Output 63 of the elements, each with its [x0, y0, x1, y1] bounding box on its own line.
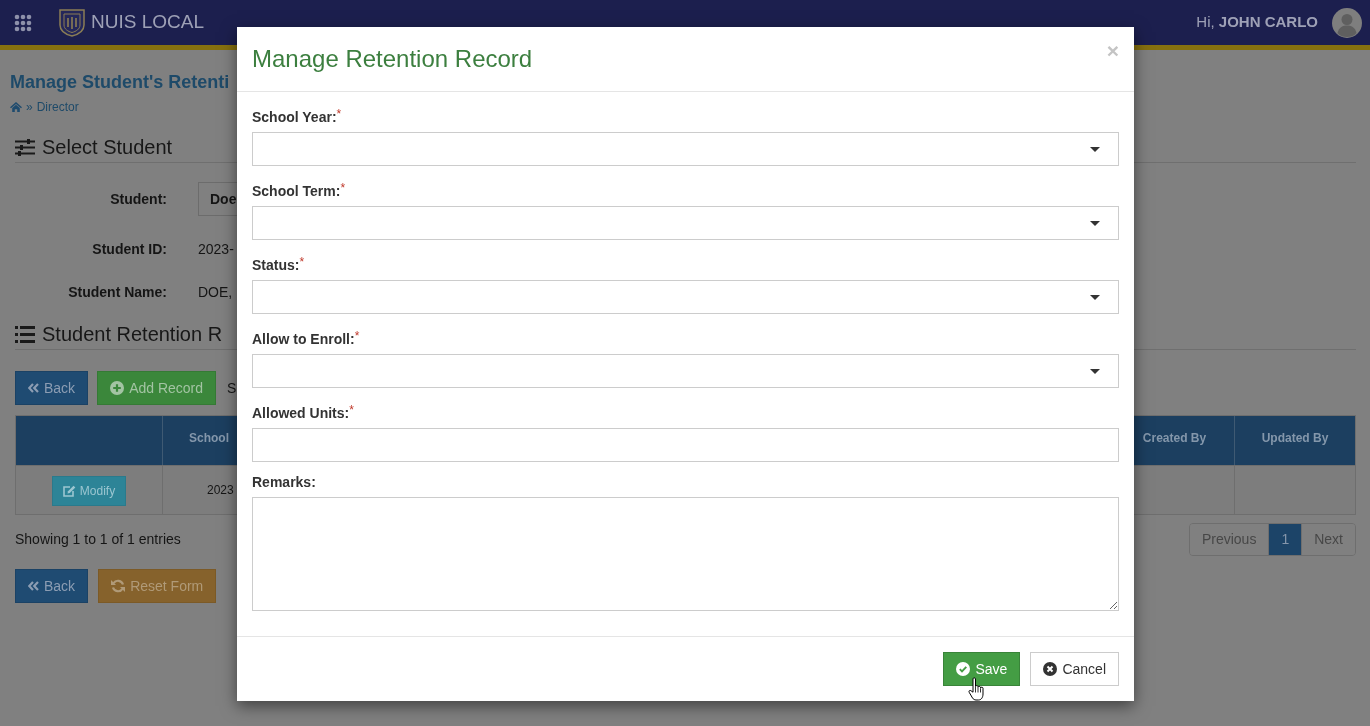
section-heading: Student Retention R: [42, 322, 223, 347]
required-mark: *: [340, 181, 346, 195]
section-heading: Select Student: [42, 135, 173, 160]
column-header: Created By: [1142, 431, 1207, 445]
cancel-button[interactable]: Cancel: [1030, 652, 1119, 686]
select-field[interactable]: [252, 132, 1119, 166]
double-chevron-left-icon: [28, 581, 39, 591]
entries-info: Showing 1 to 1 of 1 entries: [15, 530, 181, 549]
x-circle-icon: [1043, 662, 1058, 676]
modify-button[interactable]: Modify: [51, 476, 127, 506]
edit-icon: [62, 485, 76, 497]
caret-down-icon: [1090, 294, 1100, 300]
sliders-icon: [15, 138, 35, 156]
field-label: Student:: [109, 190, 167, 209]
required-mark: *: [349, 403, 354, 417]
field-label: Allow to Enroll:: [252, 330, 355, 349]
pagination-link[interactable]: 1: [1268, 524, 1302, 555]
add-record-button[interactable]: Add Record: [97, 371, 217, 405]
select-field[interactable]: [252, 206, 1119, 240]
caret-down-icon: [1090, 368, 1100, 374]
breadcrumb-separator: »: [26, 99, 33, 116]
reset-form-button[interactable]: Reset Form: [98, 569, 217, 603]
shield-logo-icon: [59, 8, 85, 37]
required-mark: *: [354, 329, 360, 343]
caret-down-icon: [1090, 220, 1100, 226]
field-label: Student ID:: [91, 240, 167, 259]
refresh-icon: [111, 579, 126, 593]
home-icon[interactable]: [10, 102, 22, 112]
field-label: School Term:: [252, 182, 341, 201]
field-label: Allowed Units:: [252, 404, 350, 423]
column-header: Updated By: [1261, 431, 1329, 445]
field-value: 2023-: [198, 240, 234, 259]
avatar-icon[interactable]: [1332, 7, 1362, 38]
textarea-field[interactable]: [252, 497, 1119, 611]
required-mark: *: [299, 255, 305, 269]
select-field[interactable]: [252, 354, 1119, 388]
double-chevron-left-icon: [28, 383, 39, 393]
table-cell: 2023: [207, 483, 234, 497]
greeting-text: Hi, JOHN CARLO: [1196, 12, 1318, 33]
back-button[interactable]: Back: [15, 569, 89, 603]
pagination-link[interactable]: Next: [1301, 524, 1355, 555]
caret-down-icon: [1090, 146, 1100, 152]
length-label: S: [227, 378, 237, 398]
field-label: Student Name:: [67, 283, 167, 302]
app-grid-icon[interactable]: [14, 13, 32, 32]
select-field[interactable]: [252, 280, 1119, 314]
field-label: Status:: [252, 256, 300, 275]
field-value: DOE,: [198, 283, 233, 302]
plus-circle-icon: [110, 381, 125, 395]
back-button[interactable]: Back: [15, 371, 89, 405]
field-label: School Year:: [252, 108, 337, 127]
column-header: School: [189, 431, 229, 445]
input-field[interactable]: [252, 428, 1119, 462]
app-name: NUIS LOCAL: [91, 10, 204, 35]
page-title: Manage Student's Retenti: [10, 71, 230, 94]
close-button[interactable]: ×: [1106, 40, 1119, 61]
modal-title: Manage Retention Record: [252, 45, 533, 73]
required-mark: *: [336, 107, 342, 121]
breadcrumb-link[interactable]: Director: [36, 98, 79, 116]
check-circle-icon: [956, 662, 971, 676]
field-label: Remarks:: [252, 473, 316, 492]
save-button[interactable]: Save: [943, 652, 1021, 686]
list-icon: [15, 325, 35, 343]
